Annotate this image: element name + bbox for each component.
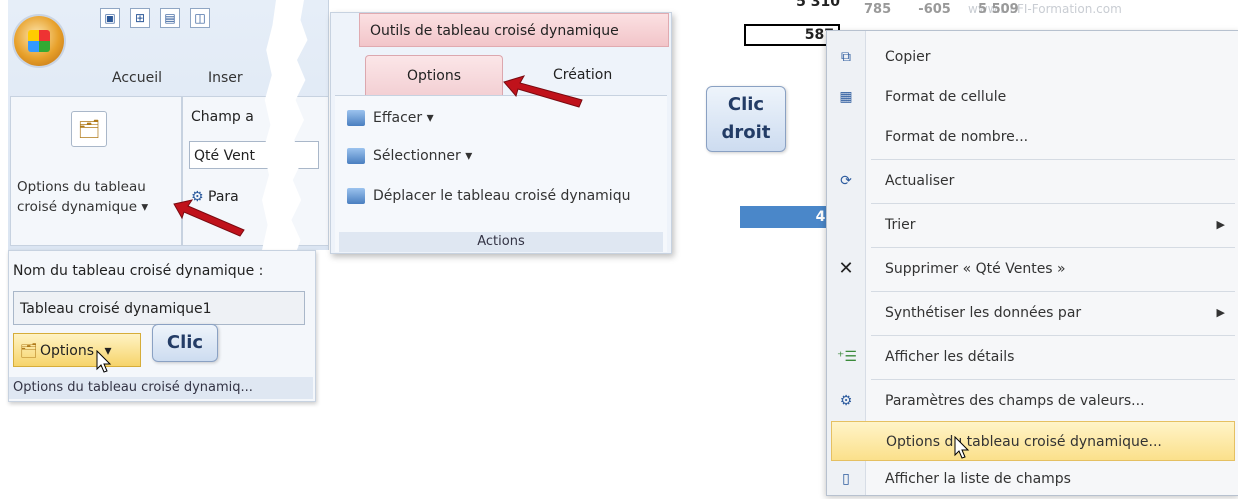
field-settings-icon: ⚙	[839, 393, 853, 409]
pivot-name-input[interactable]: Tableau croisé dynamique1	[13, 291, 305, 325]
actions-group: Effacer ▾ Sélectionner ▾ Déplacer le tab…	[335, 95, 667, 252]
qat-icon-2[interactable]: ⊞	[130, 8, 150, 28]
top-row-values: 785 -605 5 509	[864, 2, 1019, 17]
effacer-button[interactable]: Effacer ▾	[347, 110, 434, 126]
callout-clic: Clic	[152, 324, 218, 362]
field-list-icon: ▯	[842, 471, 850, 487]
menu-item-synthetiser[interactable]: Synthétiser les données par ▶	[827, 293, 1238, 333]
menu-separator	[871, 335, 1235, 336]
table-cell: 2	[740, 130, 840, 146]
eraser-icon	[347, 110, 365, 126]
tab-insertion[interactable]: Inser	[208, 70, 243, 86]
move-icon	[347, 188, 365, 204]
mouse-cursor-icon	[954, 436, 970, 459]
menu-item-options-tableau[interactable]: Options du tableau croisé dynamique...	[831, 421, 1235, 461]
pivot-options-button[interactable]: Options du tableau croisé dynamique ▾	[17, 177, 148, 217]
deplacer-label: Déplacer le tableau croisé dynamiqu	[373, 188, 631, 204]
pivot-name-label: Nom du tableau croisé dynamique :	[13, 263, 264, 279]
menu-item-label: Format de cellule	[885, 89, 1007, 105]
options-icon: 🗂	[20, 343, 38, 359]
menu-item-label: Synthétiser les données par	[885, 305, 1082, 321]
group-options-tableau: 🗂 Options du tableau croisé dynamique ▾	[10, 96, 182, 246]
chevron-down-icon: ▾	[426, 110, 434, 126]
menu-item-label: Paramètres des champs de valeurs...	[885, 393, 1145, 409]
table-cell: 1	[740, 76, 840, 92]
tab-options[interactable]: Options	[365, 55, 503, 96]
save-icon[interactable]: ▣	[100, 8, 120, 28]
submenu-arrow-icon: ▶	[1216, 306, 1225, 319]
copy-icon: ⧉	[841, 49, 851, 65]
print-preview-icon[interactable]: ◫	[190, 8, 210, 28]
menu-item-supprimer[interactable]: ✕ Supprimer « Qté Ventes »	[827, 249, 1238, 289]
menu-item-label: Afficher les détails	[885, 349, 1015, 365]
qat-icon-3[interactable]: ▤	[160, 8, 180, 28]
selectionner-button[interactable]: Sélectionner ▾	[347, 148, 472, 164]
show-details-icon: ⁺☰	[837, 349, 857, 365]
table-cell: 1	[740, 50, 840, 66]
menu-separator	[871, 379, 1235, 380]
red-arrow-2	[503, 75, 583, 108]
menu-separator	[871, 291, 1235, 292]
red-arrow-1	[173, 199, 245, 237]
menu-item-label: Trier	[885, 217, 916, 233]
select-icon	[347, 148, 365, 164]
menu-item-afficher-details[interactable]: ⁺☰ Afficher les détails	[827, 337, 1238, 377]
chevron-down-icon: ▾	[141, 199, 149, 215]
contextual-tab-title: Outils de tableau croisé dynamique	[359, 13, 669, 47]
submenu-arrow-icon: ▶	[1216, 218, 1225, 231]
top-row-cell: 5 310	[796, 0, 840, 10]
total-row: 4 4	[740, 206, 840, 228]
menu-item-liste-champs[interactable]: ▯ Afficher la liste de champs	[827, 459, 1238, 499]
options-label: Options	[40, 343, 95, 359]
actions-group-label: Actions	[339, 232, 663, 252]
menu-item-actualiser[interactable]: ⟳ Actualiser	[827, 161, 1238, 201]
top-row-cell: -605	[918, 2, 951, 17]
menu-item-format-cellule[interactable]: ▦ Format de cellule	[827, 77, 1238, 117]
menu-item-label: Supprimer « Qté Ventes »	[885, 261, 1066, 277]
menu-separator	[871, 159, 1235, 160]
tab-accueil[interactable]: Accueil	[112, 70, 162, 86]
top-row-cell: 785	[864, 2, 892, 17]
menu-item-parametres-champs[interactable]: ⚙ Paramètres des champs de valeurs...	[827, 381, 1238, 421]
pivot-options-label-2: croisé dynamique ▾	[17, 199, 149, 215]
pivot-options-label-1: Options du tableau	[17, 179, 146, 195]
effacer-label: Effacer	[373, 110, 423, 126]
menu-item-label: Afficher la liste de champs	[885, 471, 1071, 487]
selectionner-label: Sélectionner	[373, 148, 461, 164]
table-cell: 1	[740, 156, 840, 172]
menu-item-label: Options du tableau croisé dynamique...	[886, 434, 1162, 450]
context-menu: ⧉ Copier ▦ Format de cellule Format de n…	[826, 30, 1238, 496]
menu-item-copier[interactable]: ⧉ Copier	[827, 37, 1238, 77]
menu-item-label: Format de nombre...	[885, 129, 1029, 145]
pivot-options-group-label: Options du tableau croisé dynamiq...	[9, 377, 313, 399]
chevron-down-icon: ▾	[465, 148, 473, 164]
menu-item-trier[interactable]: Trier ▶	[827, 205, 1238, 245]
office-logo-icon	[28, 30, 50, 52]
top-row-cell: 5 509	[978, 2, 1019, 17]
ribbon-panel-actions: Outils de tableau croisé dynamique Optio…	[330, 12, 672, 254]
deplacer-button[interactable]: Déplacer le tableau croisé dynamiqu	[347, 188, 630, 204]
menu-item-label: Copier	[885, 49, 931, 65]
active-field-label: Champ a	[191, 109, 254, 125]
refresh-icon: ⟳	[840, 173, 852, 189]
format-cell-icon: ▦	[839, 89, 853, 105]
menu-separator	[871, 247, 1235, 248]
options-button[interactable]: 🗂 Options ▾	[13, 333, 141, 367]
mouse-cursor-icon	[96, 350, 112, 373]
table-cell: 1	[740, 182, 840, 198]
menu-item-format-nombre[interactable]: Format de nombre...	[827, 117, 1238, 157]
delete-x-icon: ✕	[838, 258, 854, 279]
pivot-options-icon[interactable]: 🗂	[71, 111, 107, 147]
menu-item-label: Actualiser	[885, 173, 955, 189]
menu-separator	[871, 203, 1235, 204]
